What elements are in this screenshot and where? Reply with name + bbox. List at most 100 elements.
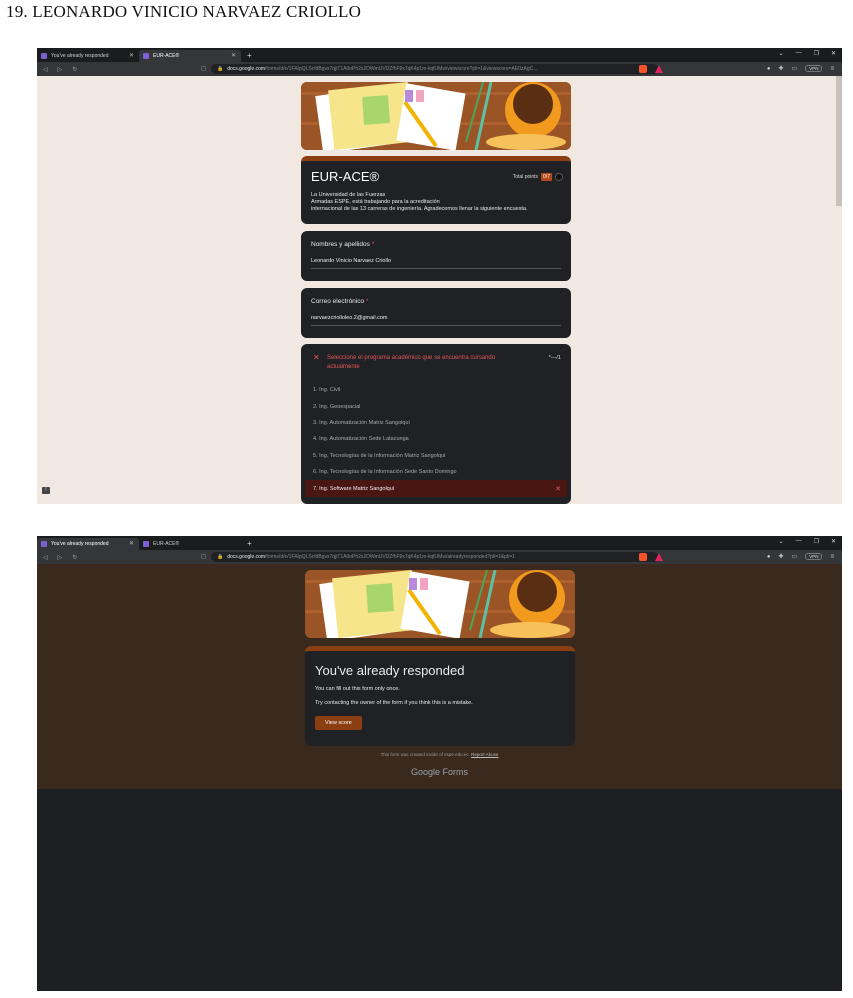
report-abuse-link[interactable]: Report Abuse bbox=[471, 752, 498, 757]
option-item: 1. Ing. Civil bbox=[301, 382, 571, 398]
brave-rewards-icon[interactable] bbox=[655, 65, 663, 73]
name-field-label: Nombres y apellidos * bbox=[311, 241, 561, 248]
puzzle-icon[interactable]: ✚ bbox=[779, 553, 784, 560]
puzzle-icon[interactable]: ✚ bbox=[779, 65, 784, 72]
restore-icon[interactable]: ❐ bbox=[814, 538, 819, 545]
forms-favicon-icon bbox=[41, 53, 47, 59]
close-icon[interactable]: ✕ bbox=[129, 540, 134, 547]
wrong-answer-icon: ✕ bbox=[555, 485, 561, 493]
option-item: 6. Ing. Tecnologías de la Información Se… bbox=[301, 464, 571, 480]
tab-eur-ace[interactable]: EUR-ACE® ✕ bbox=[139, 50, 241, 62]
tab-label: You've already responded bbox=[51, 53, 109, 59]
tab-label: You've already responded bbox=[51, 541, 109, 547]
bookmark-icon[interactable]: ◻ bbox=[201, 553, 206, 560]
address-toolbar: ◁ ▷ ↻ ◻ 🔒 docs.google.com /forms/d/e/1FA… bbox=[37, 550, 842, 564]
close-window-icon[interactable]: ✕ bbox=[831, 50, 836, 57]
total-points-label: Total points bbox=[512, 174, 539, 180]
tab-strip: You've already responded ✕ EUR-ACE® + ⌄ … bbox=[37, 536, 842, 550]
forms-favicon-icon bbox=[41, 541, 47, 547]
tab-already-responded[interactable]: You've already responded ✕ bbox=[37, 538, 139, 550]
url-path: /forms/d/e/1FAIpQLScfdBgvx7qjiT1A0oPh2x2… bbox=[265, 66, 538, 72]
incorrect-icon: ✕ bbox=[313, 353, 320, 362]
document-heading: 19. LEONARDO VINICIO NARVAEZ CRIOLLO bbox=[6, 2, 362, 21]
already-responded-card: You've already responded You can fill ou… bbox=[305, 646, 575, 746]
reload-icon[interactable]: ↻ bbox=[72, 66, 77, 73]
required-mark: * bbox=[365, 298, 369, 305]
sidebar-icon[interactable]: ▭ bbox=[792, 553, 798, 560]
extension-icon[interactable]: ● bbox=[767, 554, 771, 560]
program-question-card: ✕ Seleccione el programa académico que s… bbox=[301, 344, 571, 504]
email-field-value: narvaezcriolloleo.2@gmail.com bbox=[311, 315, 388, 321]
address-toolbar: ◁ ▷ ↻ ◻ 🔒 docs.google.com /forms/d/e/1FA… bbox=[37, 62, 842, 76]
minimize-icon[interactable]: — bbox=[796, 50, 802, 57]
view-score-button[interactable]: View score bbox=[315, 716, 362, 730]
divider bbox=[311, 268, 561, 269]
lock-icon: 🔒 bbox=[217, 554, 224, 560]
brave-shields-icon[interactable] bbox=[639, 65, 647, 73]
sidebar-icon[interactable]: ▭ bbox=[792, 65, 798, 72]
tab-eur-ace[interactable]: EUR-ACE® bbox=[139, 538, 241, 550]
name-label-text: Nombres y apellidos bbox=[311, 241, 370, 248]
forward-icon[interactable]: ▷ bbox=[58, 66, 63, 73]
new-tab-icon[interactable]: + bbox=[247, 50, 252, 62]
feedback-icon[interactable]: ! bbox=[42, 487, 50, 494]
back-icon[interactable]: ◁ bbox=[43, 554, 48, 561]
divider bbox=[311, 325, 561, 326]
close-window-icon[interactable]: ✕ bbox=[831, 538, 836, 545]
contact-owner-text: Try contacting the owner of the form if … bbox=[315, 700, 473, 706]
minimize-icon[interactable]: — bbox=[796, 538, 802, 545]
option-label: 7. Ing. Software Matriz Sangolquí bbox=[313, 485, 395, 492]
menu-icon[interactable]: ≡ bbox=[830, 66, 834, 72]
email-question-card: Correo electrónico * narvaezcriolloleo.2… bbox=[301, 288, 571, 338]
brave-shields-icon[interactable] bbox=[639, 553, 647, 561]
options-list: 1. Ing. Civil 2. Ing. Geoespacial 3. Ing… bbox=[301, 372, 571, 497]
scrollbar[interactable] bbox=[836, 76, 842, 206]
name-field-value: Leonardo Vinicio Narvaez Criollo bbox=[311, 258, 391, 264]
email-field-label: Correo electrónico * bbox=[311, 298, 561, 305]
option-item: 4. Ing. Automatización Sede Latacunga bbox=[301, 431, 571, 447]
once-only-text: You can fill out this form only once. bbox=[315, 686, 400, 692]
option-label: 1. Ing. Civil bbox=[313, 387, 341, 394]
google-forms-logo: Google Forms bbox=[410, 767, 469, 777]
chevron-down-icon[interactable]: ⌄ bbox=[779, 50, 784, 57]
tab-label: EUR-ACE® bbox=[153, 53, 180, 59]
close-icon[interactable]: ✕ bbox=[129, 52, 134, 59]
form-banner-image bbox=[301, 82, 571, 150]
brave-rewards-icon[interactable] bbox=[655, 553, 663, 561]
email-label-text: Correo electrónico bbox=[311, 298, 365, 305]
option-item: 2. Ing. Geoespacial bbox=[301, 398, 571, 414]
form-description-line: La Universidad de las Fuerzas bbox=[311, 192, 386, 198]
option-label: 4. Ing. Automatización Sede Latacunga bbox=[313, 436, 409, 443]
form-header-card: EUR-ACE® Total points 0/7 La Universidad… bbox=[301, 156, 571, 224]
chevron-down-icon[interactable]: ⌄ bbox=[779, 538, 784, 545]
extension-icon[interactable]: ● bbox=[767, 66, 771, 72]
browser-window-already-responded: You've already responded ✕ EUR-ACE® + ⌄ … bbox=[37, 536, 842, 991]
bookmark-icon[interactable]: ◻ bbox=[201, 65, 206, 72]
question-text-line1: Seleccione el programa académico que se … bbox=[327, 355, 496, 361]
close-icon[interactable]: ✕ bbox=[231, 52, 236, 59]
question-score: *—/1 bbox=[548, 355, 561, 361]
vpn-button[interactable]: VPN bbox=[805, 553, 823, 560]
question-header: ✕ Seleccione el programa académico que s… bbox=[301, 344, 571, 372]
menu-icon[interactable]: ≡ bbox=[830, 554, 834, 560]
already-responded-title: You've already responded bbox=[315, 663, 465, 678]
reload-icon[interactable]: ↻ bbox=[72, 554, 77, 561]
name-question-card: Nombres y apellidos * Leonardo Vinicio N… bbox=[301, 231, 571, 281]
option-label: 5. Ing. Tecnologías de la Información Ma… bbox=[313, 452, 446, 459]
forward-icon[interactable]: ▷ bbox=[58, 554, 63, 561]
already-responded-page: You've already responded You can fill ou… bbox=[37, 564, 842, 991]
back-icon[interactable]: ◁ bbox=[43, 66, 48, 73]
vpn-button[interactable]: VPN bbox=[805, 65, 823, 72]
form-banner-image bbox=[305, 570, 575, 638]
option-item-selected: 7. Ing. Software Matriz Sangolquí ✕ bbox=[305, 480, 567, 497]
new-tab-icon[interactable]: + bbox=[247, 538, 252, 550]
total-points-badge: 0/7 bbox=[541, 173, 552, 181]
url-bar[interactable]: 🔒 docs.google.com /forms/d/e/1FAIpQLScfd… bbox=[211, 552, 659, 562]
tab-already-responded[interactable]: You've already responded ✕ bbox=[37, 50, 139, 62]
option-item: 3. Ing. Automatización Matriz Sangolquí bbox=[301, 415, 571, 431]
tab-strip: You've already responded ✕ EUR-ACE® ✕ + … bbox=[37, 48, 842, 62]
visibility-icon[interactable] bbox=[555, 173, 563, 181]
restore-icon[interactable]: ❐ bbox=[814, 50, 819, 57]
url-bar[interactable]: 🔒 docs.google.com /forms/d/e/1FAIpQLScfd… bbox=[211, 64, 659, 74]
option-item: 5. Ing. Tecnologías de la Información Ma… bbox=[301, 448, 571, 464]
